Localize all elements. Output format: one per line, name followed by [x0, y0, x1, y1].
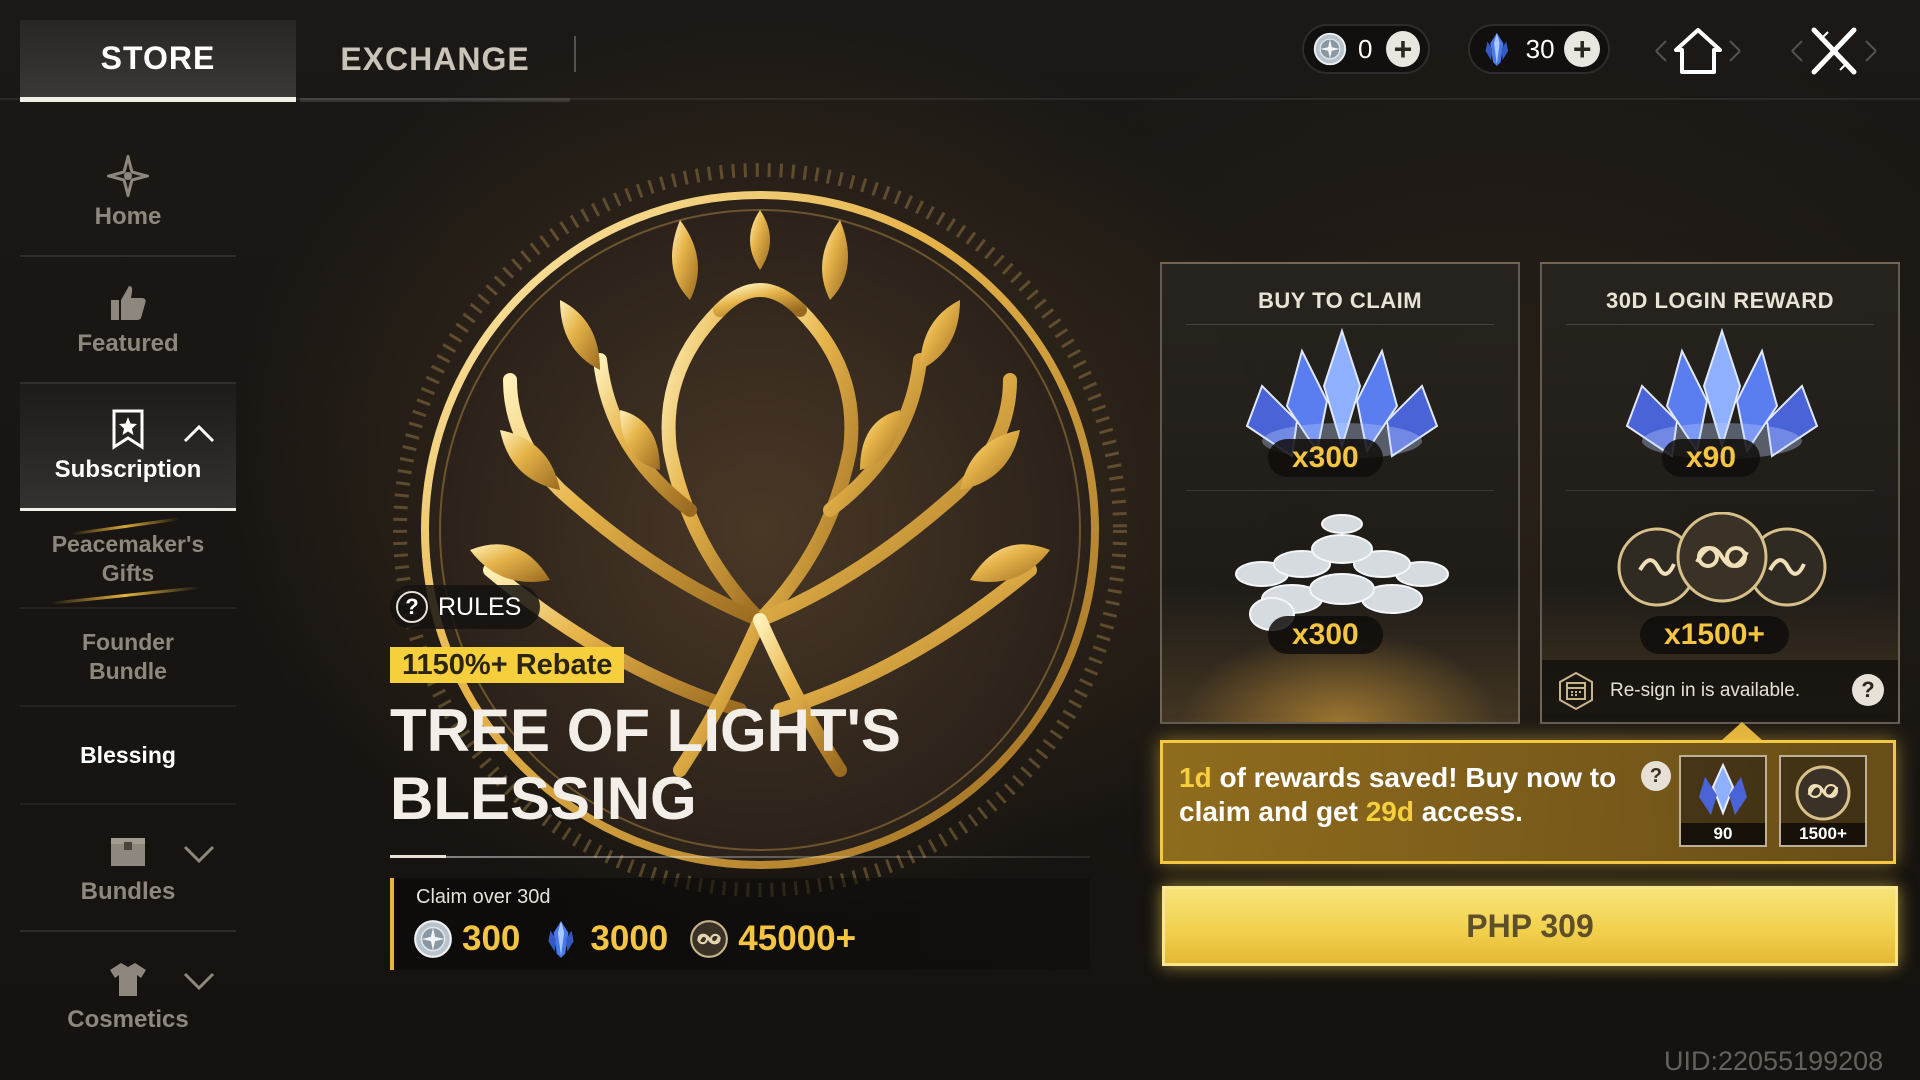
sidebar-item-peacemakers-gifts[interactable]: Peacemaker's Gifts — [20, 511, 236, 609]
quantity-badge: x1500+ — [1640, 616, 1789, 654]
card-divider — [1186, 324, 1494, 325]
sidebar-item-home[interactable]: Home — [20, 130, 236, 257]
gold-streak-decoration — [50, 586, 200, 605]
thumbs-up-icon — [111, 285, 146, 320]
page-title: TREE OF LIGHT'S BLESSING — [390, 697, 901, 832]
rewards-saved-banner: 1d of rewards saved! Buy now to claim an… — [1160, 740, 1896, 864]
mini-item-qty: 1500+ — [1781, 823, 1865, 845]
sidebar-item-blessing[interactable]: Blessing — [20, 707, 236, 805]
sidebar-item-subscription[interactable]: Subscription — [20, 384, 236, 511]
crystal-icon — [1699, 762, 1747, 816]
rebate-badge: 1150%+ Rebate — [390, 647, 625, 683]
card-title: 30D LOGIN REWARD — [1605, 288, 1835, 313]
crystal-currency-display: 30 + — [1468, 24, 1610, 74]
saved-crystal-item: 90 — [1679, 755, 1767, 847]
days-saved: 1d — [1179, 762, 1212, 793]
box-icon — [111, 837, 145, 866]
saved-token-item: 1500+ — [1779, 755, 1867, 847]
close-button[interactable] — [1784, 20, 1884, 82]
resign-help-icon[interactable]: ? — [1852, 674, 1884, 706]
top-bar-divider — [0, 98, 1920, 100]
crystal-icon — [548, 921, 575, 958]
saved-text-b: access. — [1413, 796, 1523, 827]
sidebar-item-bundles[interactable]: Bundles — [20, 805, 236, 932]
calendar-icon — [1559, 671, 1593, 711]
claim-summary: Claim over 30d 300 3000 45000+ — [390, 878, 1090, 970]
rules-label: RULES — [438, 592, 522, 621]
card-divider — [1566, 490, 1874, 491]
title-divider-accent — [390, 855, 446, 858]
silver-currency-display: 0 + — [1302, 24, 1430, 74]
quantity-badge: x90 — [1662, 439, 1761, 477]
close-icon — [1791, 27, 1877, 75]
days-access: 29d — [1365, 796, 1414, 827]
card-divider — [1566, 324, 1874, 325]
gold-token-icon — [1795, 765, 1851, 821]
resign-notice: Re-sign in is available. ? — [1542, 660, 1898, 722]
claim-values-row: 300 3000 45000+ — [412, 918, 868, 960]
sidebar-nav: Home Featured Subscription Peacemaker's … — [20, 130, 236, 1059]
title-divider — [390, 856, 1090, 858]
top-bar: STORE EXCHANGE 0 + 30 + — [0, 0, 1920, 102]
home-star-icon — [107, 154, 149, 197]
silver-amount: 0 — [1357, 33, 1373, 64]
banner-pointer — [1722, 722, 1762, 740]
silver-coin-icon — [414, 920, 452, 958]
chevron-up-icon[interactable] — [182, 422, 216, 444]
quantity-badge: x300 — [1268, 439, 1383, 477]
crystal-amount: 30 — [1525, 33, 1555, 64]
sidebar-item-label: Home — [94, 202, 162, 230]
question-icon: ? — [396, 591, 428, 623]
sidebar-item-featured[interactable]: Featured — [20, 257, 236, 384]
add-silver-button[interactable]: + — [1385, 31, 1420, 67]
sidebar-item-founder-bundle[interactable]: Founder Bundle — [20, 609, 236, 707]
shirt-icon — [110, 962, 146, 996]
chevron-down-icon[interactable] — [182, 843, 216, 865]
rewards-saved-message: 1d of rewards saved! Buy now to claim an… — [1179, 761, 1619, 829]
user-id: UID:22055199208 — [1664, 1046, 1884, 1076]
sidebar-item-label: Blessing — [80, 741, 176, 768]
chevron-down-icon[interactable] — [182, 970, 216, 992]
rules-button[interactable]: ? RULES — [390, 585, 540, 629]
buy-button[interactable]: PHP 309 — [1162, 886, 1898, 966]
sidebar-item-cosmetics[interactable]: Cosmetics — [20, 932, 236, 1059]
tab-separator — [574, 36, 576, 72]
bookmark-star-icon — [112, 409, 144, 450]
sidebar-item-label: Subscription — [54, 456, 202, 483]
claim-token-value: 45000+ — [738, 919, 857, 958]
silver-coin-icon — [1313, 32, 1347, 66]
tab-exchange[interactable]: EXCHANGE — [300, 20, 570, 102]
sidebar-item-label: Bundles — [80, 877, 176, 905]
tab-store[interactable]: STORE — [20, 20, 296, 102]
gold-token-icon — [690, 920, 729, 958]
mini-item-qty: 90 — [1681, 823, 1765, 845]
claim-silver-value: 300 — [462, 919, 521, 958]
home-button[interactable] — [1648, 20, 1748, 82]
sidebar-item-label: Founder Bundle — [82, 629, 174, 684]
claim-crystal-value: 3000 — [590, 919, 669, 958]
sidebar-item-label: Peacemaker's Gifts — [51, 531, 205, 586]
add-crystal-button[interactable]: + — [1564, 31, 1600, 67]
crystal-icon — [1485, 32, 1509, 66]
card-divider — [1186, 490, 1494, 491]
login-reward-card: 30D LOGIN REWARD x90 x1500+ Re-sign in i… — [1540, 262, 1900, 724]
quantity-badge: x300 — [1268, 616, 1383, 654]
buy-to-claim-card: BUY TO CLAIM x300 x300 — [1160, 262, 1520, 724]
gold-tokens-icon — [1617, 512, 1827, 607]
home-icon — [1655, 28, 1741, 74]
card-title: BUY TO CLAIM — [1257, 288, 1423, 313]
sidebar-item-label: Cosmetics — [67, 1005, 189, 1033]
sidebar-item-label: Featured — [77, 329, 179, 357]
resign-text: Re-sign in is available. — [1610, 680, 1801, 701]
saved-help-icon[interactable]: ? — [1641, 761, 1671, 791]
claim-label: Claim over 30d — [416, 886, 551, 908]
